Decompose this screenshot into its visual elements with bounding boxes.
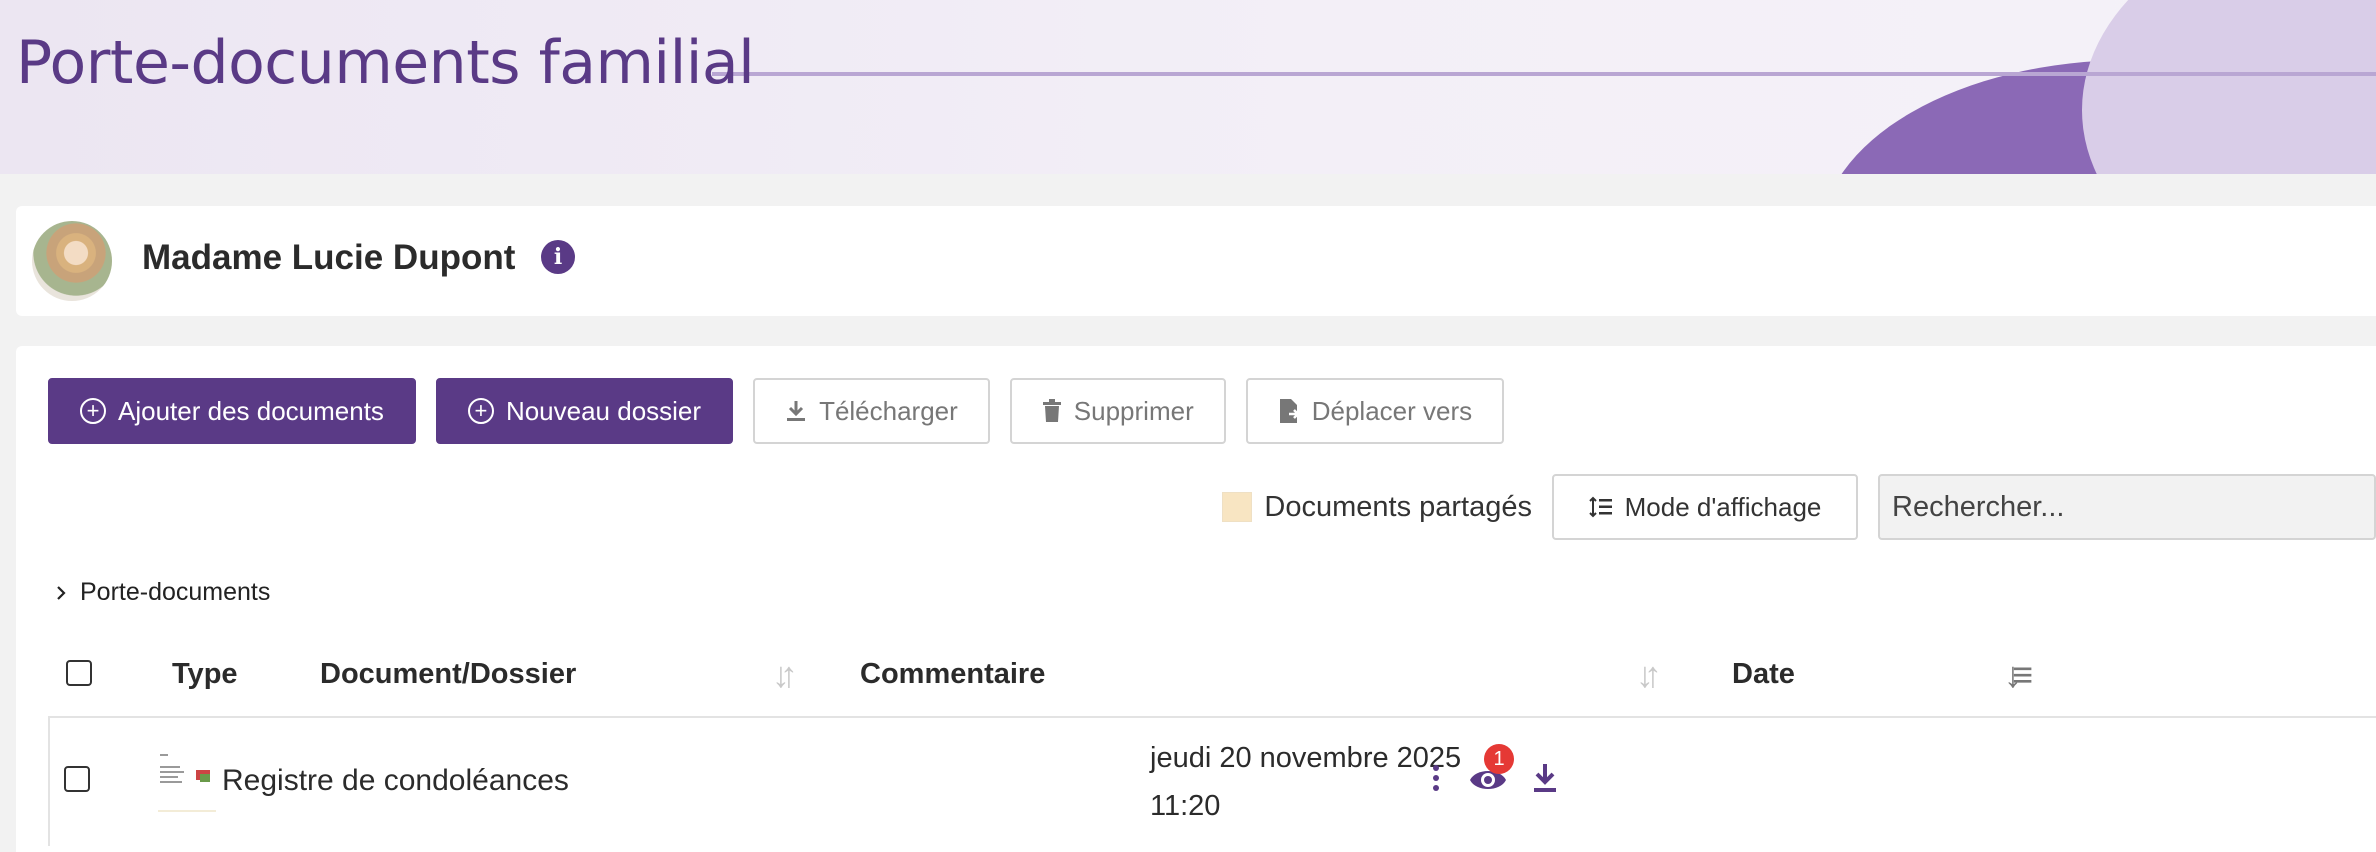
decorative-shape [2082, 0, 2376, 174]
download-button[interactable]: Télécharger [753, 378, 990, 444]
delete-label: Supprimer [1073, 395, 1194, 426]
search-input[interactable] [1878, 474, 2376, 540]
person-name: Madame Lucie Dupont [142, 238, 516, 277]
shared-legend-label: Documents partagés [1264, 490, 1532, 523]
download-label: Télécharger [819, 395, 958, 426]
column-type: Type [172, 658, 238, 690]
person-card: Madame Lucie Dupont i [16, 206, 2376, 316]
plus-circle-icon: + [80, 398, 106, 424]
page-title: Porte-documents familial [16, 28, 755, 98]
column-comment[interactable]: Commentaire [860, 658, 1045, 691]
chevron-right-icon [57, 585, 66, 600]
row-checkbox[interactable] [64, 766, 90, 792]
file-move-icon [1279, 399, 1300, 423]
row-actions: 1 [1426, 744, 1560, 798]
toolbar: + Ajouter des documents + Nouveau dossie… [48, 378, 1505, 444]
select-all-checkbox[interactable] [66, 660, 92, 686]
delete-button[interactable]: Supprimer [1009, 378, 1226, 444]
move-to-label: Déplacer vers [1311, 395, 1473, 426]
documents-panel: + Ajouter des documents + Nouveau dossie… [16, 346, 2376, 852]
download-icon[interactable] [1530, 761, 1560, 795]
avatar [32, 221, 112, 301]
column-document[interactable]: Document/Dossier [320, 658, 576, 691]
move-to-button[interactable]: Déplacer vers [1245, 378, 1505, 444]
shared-documents-legend: Documents partagés [1222, 491, 1532, 524]
breadcrumb: Porte-documents [56, 578, 270, 607]
new-folder-button[interactable]: + Nouveau dossier [435, 378, 734, 444]
date-time: 11:20 [1150, 790, 1221, 822]
more-options-icon[interactable] [1426, 765, 1446, 791]
document-thumbnail[interactable] [158, 748, 216, 812]
sort-icon[interactable]: ↓↑ [772, 654, 798, 696]
info-icon[interactable]: i [541, 240, 575, 274]
filter-bar: Documents partagés Mode d'affichage [1222, 474, 2376, 540]
sort-list-icon [1588, 496, 1612, 518]
download-icon [787, 401, 806, 421]
table-header: Type Document/Dossier ↓↑ Commentaire ↓↑ … [48, 636, 2376, 706]
new-folder-label: Nouveau dossier [505, 395, 702, 426]
plus-circle-icon: + [467, 398, 494, 424]
shared-color-swatch [1222, 492, 1253, 522]
view-mode-button[interactable]: Mode d'affichage [1552, 474, 1858, 540]
document-name[interactable]: Registre de condoléances [222, 764, 569, 798]
views-badge: 1 [1484, 744, 1514, 774]
column-date[interactable]: Date [1732, 658, 1795, 691]
add-documents-button[interactable]: + Ajouter des documents [48, 378, 416, 444]
sort-desc-icon[interactable]: ↓≡ [2004, 654, 2033, 696]
document-date: jeudi 20 novembre 2025 11:20 [1150, 734, 1461, 830]
date-day: jeudi 20 novembre 2025 [1150, 742, 1462, 774]
view-mode-label: Mode d'affichage [1624, 491, 1822, 522]
table-row[interactable]: Registre de condoléances jeudi 20 novemb… [48, 716, 2376, 846]
trash-icon [1042, 399, 1061, 422]
add-documents-label: Ajouter des documents [118, 395, 384, 426]
header-divider [712, 72, 2376, 76]
sort-icon[interactable]: ↓↑ [1636, 654, 1662, 696]
breadcrumb-root[interactable]: Porte-documents [80, 578, 270, 607]
view-button[interactable]: 1 [1468, 744, 1514, 798]
header-banner: Porte-documents familial [0, 0, 2376, 174]
